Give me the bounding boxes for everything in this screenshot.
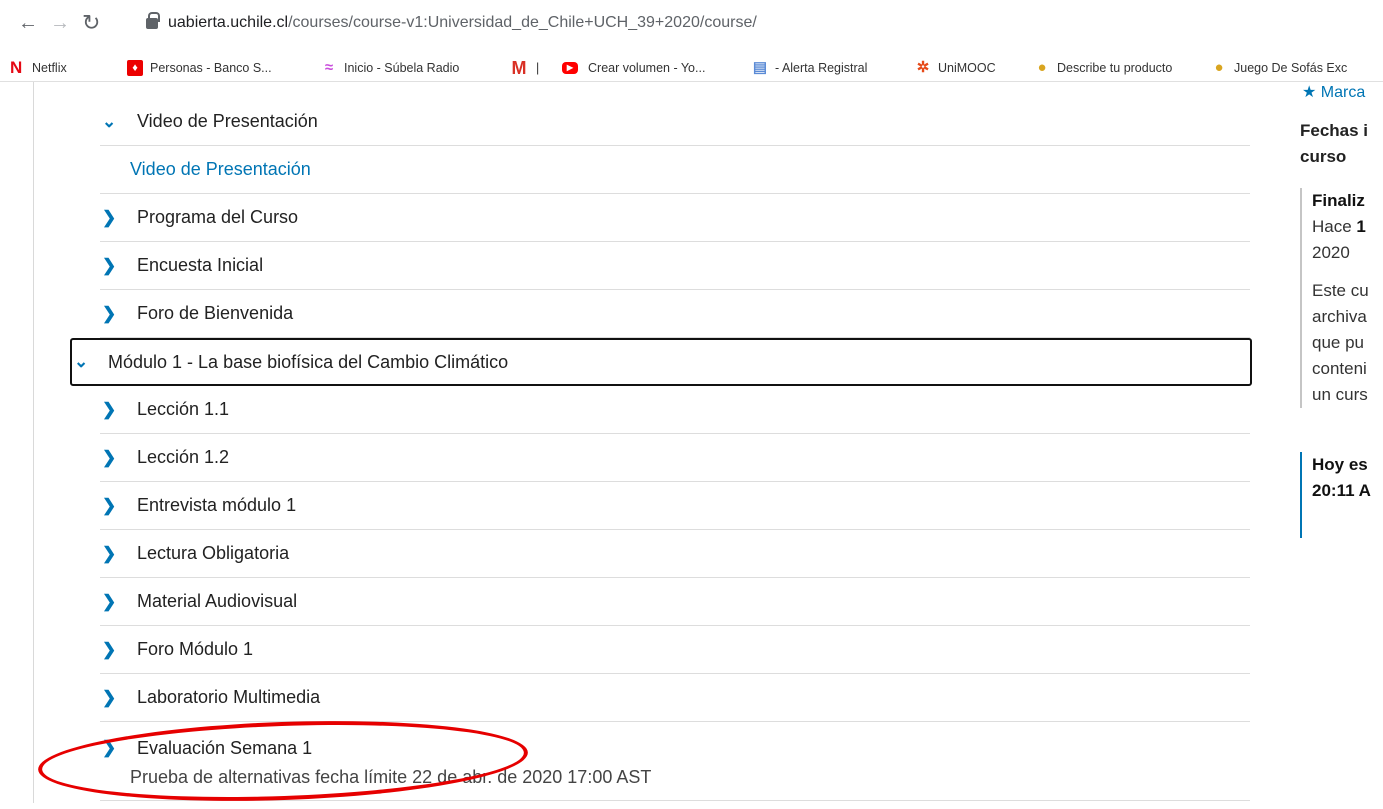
course-ended-block: Finaliz Hace 1 2020 Este cu archiva que … [1300,188,1383,408]
bookmark-label: Juego De Sofás Exc [1234,61,1348,75]
lock-icon[interactable] [146,12,160,29]
section-title: Laboratorio Multimedia [137,687,321,707]
reload-icon[interactable]: ↻ [82,12,100,34]
youtube-icon: ▶ [562,62,578,74]
section-title: Lectura Obligatoria [137,543,290,563]
material-audiovisual[interactable]: ❯ Material Audiovisual [100,578,1250,626]
module-1-header[interactable]: ⌄ Módulo 1 - La base biofísica del Cambio… [70,338,1252,386]
lesson-1-2[interactable]: ❯ Lección 1.2 [100,434,1250,482]
back-arrow-icon[interactable]: ← [18,13,38,33]
module-title: Módulo 1 - La base biofísica del Cambio … [108,351,509,372]
ended-year: 2020 [1312,243,1350,262]
bookmark-label: Netflix [32,61,67,75]
course-outline: ⌄ Video de Presentación Video de Presenta… [0,82,1270,809]
bookmark-netflix[interactable]: N Netflix [10,58,67,78]
chevron-down-icon: ⌄ [74,352,89,371]
chevron-right-icon: ❯ [102,639,117,659]
chevron-right-icon: ❯ [102,591,117,611]
netflix-icon: N [10,58,23,77]
chevron-right-icon: ❯ [102,543,117,563]
archived-line: Este cu [1312,281,1369,300]
ended-ago-number: 1 [1356,217,1366,236]
bookmark-juego-sofas[interactable]: ● Juego De Sofás Exc [1211,58,1347,78]
section-video-presentacion[interactable]: ⌄ Video de Presentación [100,98,1250,146]
section-title: Video de Presentación [137,111,318,131]
section-title: Programa del Curso [137,207,299,227]
archived-line: conteni [1312,359,1367,378]
document-icon: ▤ [752,59,768,76]
section-programa[interactable]: ❯ Programa del Curso [100,194,1250,242]
ended-ago: Hace 1 [1312,214,1383,240]
url-host: uabierta.uchile.cl [168,14,289,31]
bookmark-label: Describe tu producto [1057,61,1173,75]
gmail-icon: M [511,58,527,78]
chevron-right-icon: ❯ [102,495,117,515]
chevron-right-icon: ❯ [102,255,117,275]
chevron-down-icon: ⌄ [102,111,117,131]
ended-label: Finaliz [1312,191,1365,210]
address-bar: ← → ↻ uabierta.uchile.cl/courses/course-… [0,0,1383,52]
bookmarks-bar: N Netflix ♦ Personas - Banco S... ≈ Inicio … [0,52,1383,82]
bookmark-label: | [536,61,540,75]
bookmark-label: Personas - Banco S... [150,61,272,75]
bookmark-label: - Alerta Registral [775,61,868,75]
section-title: Foro de Bienvenida [137,303,294,323]
course-page: ⌄ Video de Presentación Video de Presenta… [0,82,1383,809]
bookmark-unimooc[interactable]: ✲ UniMOOC [915,58,996,78]
entrevista-modulo-1[interactable]: ❯ Entrevista módulo 1 [100,482,1250,530]
chevron-right-icon: ❯ [102,687,117,707]
chevron-right-icon: ❯ [102,303,117,323]
laboratorio-multimedia[interactable]: ❯ Laboratorio Multimedia [100,674,1250,722]
today-line: Hoy es [1312,455,1368,474]
lesson-1-1[interactable]: ❯ Lección 1.1 [100,386,1250,434]
bookmark-link-label: Marca [1320,84,1366,101]
archived-line: que pu [1312,333,1364,352]
today-block: Hoy es 20:11 A [1300,452,1383,538]
section-title: Material Audiovisual [137,591,298,611]
bookmark-alerta-registral[interactable]: ▤ - Alerta Registral [752,58,868,78]
bookmark-gmail[interactable]: M | [509,58,540,78]
lectura-obligatoria[interactable]: ❯ Lectura Obligatoria [100,530,1250,578]
subsection-link: Video de Presentación [130,159,311,179]
section-foro-bienvenida[interactable]: ❯ Foro de Bienvenida [100,290,1250,338]
radio-icon: ≈ [324,59,334,76]
archived-line: un curs [1312,385,1368,404]
bookmark-star-icon: ★ [1302,84,1321,101]
url-field[interactable]: uabierta.uchile.cl/courses/course-v1:Uni… [168,14,757,32]
foro-modulo-1[interactable]: ❯ Foro Módulo 1 [100,626,1250,674]
bookmark-label: Inicio - Súbela Radio [344,61,460,75]
today-time: 20:11 A [1312,481,1371,500]
dates-title-line: curso [1300,147,1347,166]
bookmark-label: Crear volumen - Yo... [588,61,706,75]
dates-title-line: Fechas i [1300,121,1369,140]
section-title: Lección 1.1 [137,399,230,419]
archived-line: archiva [1312,307,1367,326]
section-title: Entrevista módulo 1 [137,495,297,515]
bookmark-label: UniMOOC [938,61,996,75]
section-title: Lección 1.2 [137,447,230,467]
chevron-right-icon: ❯ [102,399,117,419]
ended-ago-text: Hace [1312,217,1357,236]
bookmark-subela-radio[interactable]: ≈ Inicio - Súbela Radio [321,58,459,78]
bookmark-youtube[interactable]: ▶ Crear volumen - Yo... [562,58,705,78]
section-title: Encuesta Inicial [137,255,264,275]
course-dates-sidebar: ★ Marca Fechas i curso Finaliz Hace 1 202… [1290,82,1383,803]
video-presentacion-link[interactable]: Video de Presentación [100,146,1250,194]
dates-title: Fechas i curso [1300,118,1383,170]
chevron-right-icon: ❯ [102,207,117,227]
section-title: Foro Módulo 1 [137,639,254,659]
bank-icon: ♦ [127,60,143,76]
cookie-icon: ● [1214,59,1224,76]
chevron-right-icon: ❯ [102,447,117,467]
bookmark-describe-producto[interactable]: ● Describe tu producto [1034,58,1172,78]
unimooc-icon: ✲ [916,59,930,76]
cookie-icon: ● [1037,59,1047,76]
url-path: /courses/course-v1:Universidad_de_Chile+… [288,14,757,31]
bookmark-link[interactable]: ★ Marca [1302,82,1365,102]
forward-arrow-icon[interactable]: → [50,13,70,33]
section-encuesta[interactable]: ❯ Encuesta Inicial [100,242,1250,290]
bookmark-banco[interactable]: ♦ Personas - Banco S... [127,58,272,78]
